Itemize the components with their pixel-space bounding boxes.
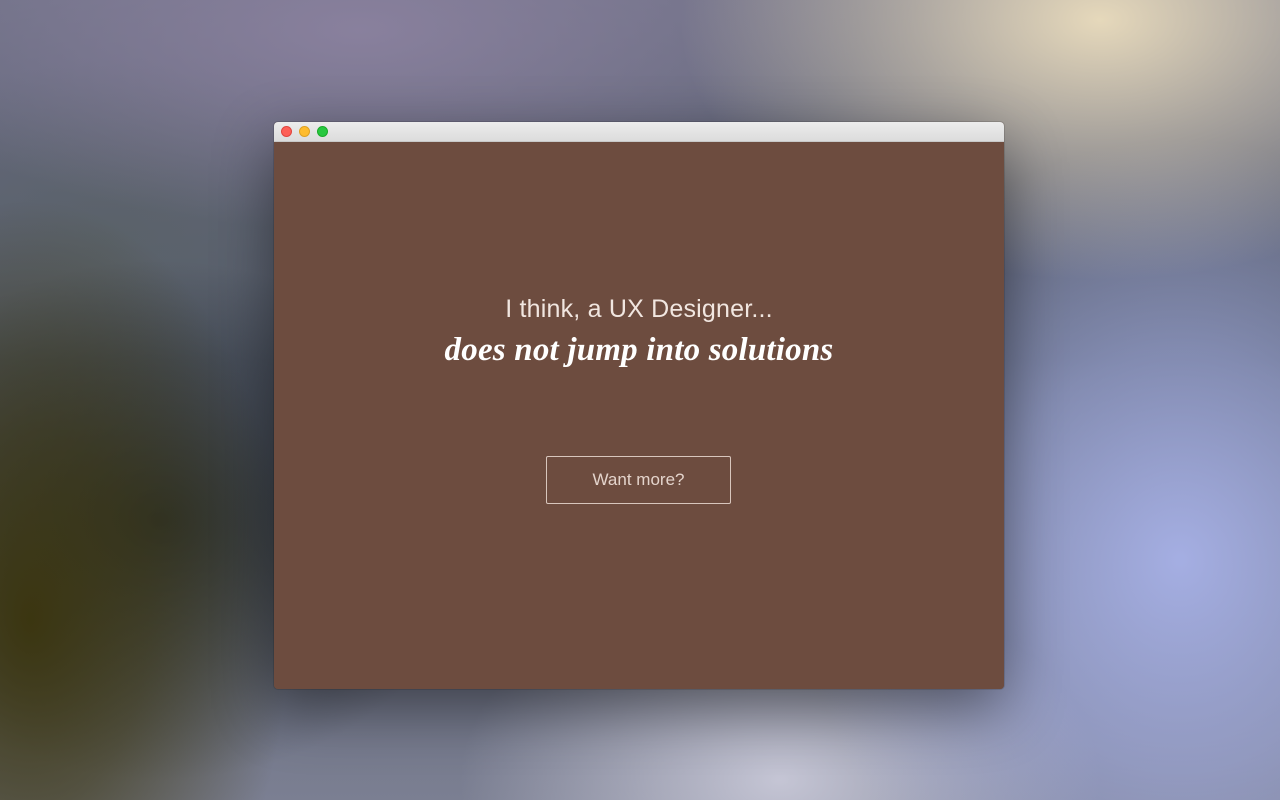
zoom-icon[interactable] [317,126,328,137]
app-window: I think, a UX Designer... does not jump … [274,122,1004,689]
headline: does not jump into solutions [444,332,834,368]
want-more-button[interactable]: Want more? [546,456,731,504]
close-icon[interactable] [281,126,292,137]
window-titlebar[interactable] [274,122,1004,142]
window-content: I think, a UX Designer... does not jump … [274,142,1004,689]
minimize-icon[interactable] [299,126,310,137]
intro-text: I think, a UX Designer... [505,295,773,323]
